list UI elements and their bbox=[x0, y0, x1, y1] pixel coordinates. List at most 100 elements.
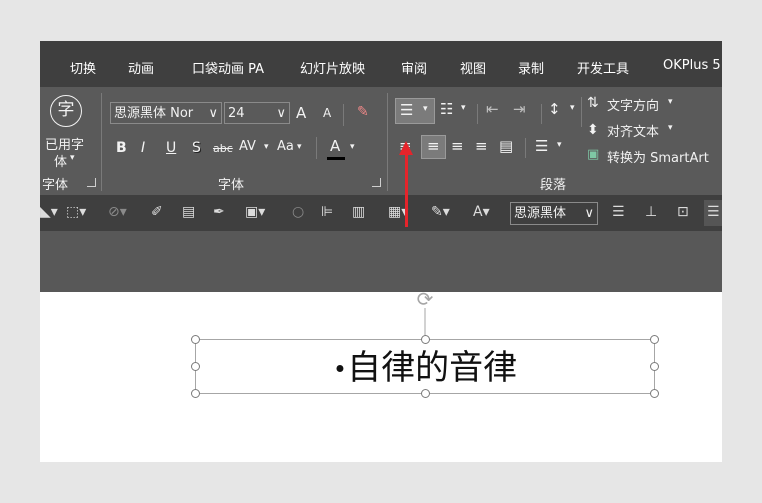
font-size-select[interactable]: 24 ∨ bbox=[224, 102, 290, 124]
tab-slideshow[interactable]: 幻灯片放映 bbox=[300, 58, 365, 77]
tab-animations[interactable]: 动画 bbox=[128, 58, 154, 77]
dialog-launcher-icon[interactable] bbox=[372, 178, 381, 187]
slide-canvas: ⟳ •自律的音律 bbox=[40, 288, 722, 462]
bullet-marker: • bbox=[332, 355, 348, 384]
dropdown-arrow-icon[interactable]: ▾ bbox=[461, 103, 466, 113]
bullets-button[interactable]: ☰ ▾ bbox=[395, 98, 435, 124]
line-spacing-icon[interactable]: ↕ bbox=[548, 100, 561, 118]
toolbar-font-value: 思源黑体 bbox=[514, 206, 567, 221]
dropdown-arrow-icon: ▾ bbox=[423, 104, 428, 114]
divider bbox=[581, 97, 582, 127]
dropdown-arrow-icon[interactable]: ▾ bbox=[668, 123, 673, 133]
divider bbox=[541, 104, 542, 124]
quick-access-toolbar: ◣▾ ⬚▾ ⊘▾ ✐ ▤ ✒ ▣▾ ○ ⊫ ▥ ▦▾ ✎▾ A▾ 思源黑体 ∨ … bbox=[40, 195, 722, 231]
chevron-down-icon: ∨ bbox=[208, 106, 218, 121]
paste-icon[interactable]: ▣▾ bbox=[245, 204, 265, 220]
toolbar-overflow[interactable]: ☰ bbox=[704, 200, 722, 226]
list-icon: ☰ bbox=[707, 204, 720, 220]
clear-formatting-icon[interactable]: ✎ bbox=[357, 104, 369, 120]
distributed-icon[interactable]: ▤ bbox=[499, 137, 513, 155]
tab-okplus[interactable]: OKPlus 5 bbox=[663, 58, 721, 73]
used-fonts-dropdown-icon[interactable]: ▾ bbox=[70, 153, 75, 163]
ribbon-tabs: 切换 动画 口袋动画 PA 幻灯片放映 审阅 视图 录制 开发工具 OKPlus… bbox=[40, 41, 722, 87]
font-color-button[interactable]: A bbox=[327, 137, 345, 161]
grow-font-button[interactable]: A bbox=[296, 104, 306, 122]
group-label-font-left: 字体 bbox=[42, 178, 69, 193]
distribute-icon[interactable]: ⊡ bbox=[677, 204, 689, 220]
edit-shape-icon[interactable]: ⬚▾ bbox=[66, 204, 86, 220]
tab-developer[interactable]: 开发工具 bbox=[577, 58, 629, 77]
format-painter-icon[interactable]: ✐ bbox=[151, 204, 163, 220]
shadow-button[interactable]: S bbox=[192, 140, 201, 156]
align-center-button[interactable]: ≡ bbox=[421, 135, 446, 159]
used-fonts-icon[interactable]: 字 bbox=[50, 95, 82, 127]
group-label-paragraph: 段落 bbox=[540, 178, 567, 193]
resize-handle[interactable] bbox=[421, 389, 430, 398]
group-divider bbox=[101, 93, 102, 191]
tab-view[interactable]: 视图 bbox=[460, 58, 486, 77]
annotation-arrow bbox=[405, 153, 408, 227]
brush-icon[interactable]: ✒ bbox=[213, 204, 225, 220]
resize-handle[interactable] bbox=[191, 389, 200, 398]
dropdown-arrow-icon[interactable]: ▾ bbox=[668, 97, 673, 107]
tab-record[interactable]: 录制 bbox=[518, 58, 544, 77]
merge-shapes-icon[interactable]: ⊘▾ bbox=[108, 204, 127, 220]
strikethrough-button[interactable]: abc bbox=[213, 142, 233, 155]
used-fonts-label-2[interactable]: 体 bbox=[54, 151, 67, 170]
text-direction-button[interactable]: 文字方向 bbox=[607, 95, 659, 114]
dropdown-arrow-icon[interactable]: ▾ bbox=[297, 142, 302, 152]
font-color-icon[interactable]: A▾ bbox=[473, 204, 490, 220]
increase-indent-icon[interactable]: ⇥ bbox=[513, 100, 526, 118]
dialog-launcher-icon[interactable] bbox=[87, 178, 96, 187]
text-box[interactable]: ⟳ •自律的音律 bbox=[191, 288, 659, 398]
bullets-icon[interactable]: ☰ bbox=[612, 204, 625, 220]
convert-smartart-button[interactable]: 转换为 SmartArt bbox=[607, 147, 709, 166]
tab-transitions[interactable]: 切换 bbox=[70, 58, 96, 77]
align-icon[interactable]: ⊥ bbox=[645, 204, 657, 220]
underline-button[interactable]: U bbox=[166, 140, 176, 156]
tab-pocket-animation[interactable]: 口袋动画 PA bbox=[192, 58, 264, 77]
tab-review[interactable]: 审阅 bbox=[401, 58, 427, 77]
slide-text[interactable]: •自律的音律 bbox=[196, 348, 654, 390]
slide-text-content: 自律的音律 bbox=[347, 348, 518, 388]
shape-fill-icon[interactable]: ◣▾ bbox=[40, 204, 58, 220]
align-text-icon[interactable]: ⬍ bbox=[587, 122, 599, 138]
circle-icon[interactable]: ○ bbox=[292, 204, 304, 220]
bold-button[interactable]: B bbox=[116, 140, 127, 156]
font-color-letter: A bbox=[330, 137, 341, 155]
align-center-icon: ≡ bbox=[427, 137, 440, 155]
decrease-indent-icon[interactable]: ⇤ bbox=[486, 100, 499, 118]
resize-handle[interactable] bbox=[421, 335, 430, 344]
resize-handle[interactable] bbox=[650, 389, 659, 398]
text-direction-icon[interactable]: ⇅ bbox=[587, 95, 599, 111]
notes-icon[interactable]: ▤ bbox=[182, 204, 195, 220]
align-text-button[interactable]: 对齐文本 bbox=[607, 121, 659, 140]
resize-handle[interactable] bbox=[650, 335, 659, 344]
align-objects-icon[interactable]: ⊫ bbox=[321, 204, 333, 220]
chart-icon[interactable]: ▥ bbox=[352, 204, 365, 220]
resize-handle[interactable] bbox=[191, 335, 200, 344]
divider bbox=[316, 137, 317, 159]
highlight-icon[interactable]: ✎▾ bbox=[431, 204, 450, 220]
dropdown-arrow-icon[interactable]: ▾ bbox=[350, 142, 355, 152]
editor-background bbox=[40, 231, 722, 292]
italic-button[interactable]: I bbox=[141, 140, 145, 156]
change-case-button[interactable]: Aa bbox=[277, 139, 294, 154]
group-label-font: 字体 bbox=[218, 178, 245, 193]
shrink-font-button[interactable]: A bbox=[323, 106, 331, 120]
dropdown-arrow-icon[interactable]: ▾ bbox=[557, 140, 562, 150]
smartart-icon[interactable]: ▣ bbox=[587, 147, 599, 162]
font-size-value: 24 bbox=[228, 106, 245, 121]
character-spacing-button[interactable]: AV bbox=[239, 139, 256, 154]
rotate-handle-icon[interactable]: ⟳ bbox=[413, 288, 437, 310]
dropdown-arrow-icon[interactable]: ▾ bbox=[570, 103, 575, 113]
font-name-select[interactable]: 思源黑体 Nor ∨ bbox=[110, 102, 222, 124]
justify-icon[interactable]: ≡ bbox=[475, 137, 488, 155]
powerpoint-window: 切换 动画 口袋动画 PA 幻灯片放映 审阅 视图 录制 开发工具 OKPlus… bbox=[40, 41, 722, 462]
toolbar-font-select[interactable]: 思源黑体 ∨ bbox=[510, 202, 598, 225]
numbered-list-icon[interactable]: ☷ bbox=[440, 100, 453, 118]
align-right-icon[interactable]: ≡ bbox=[451, 137, 464, 155]
dropdown-arrow-icon[interactable]: ▾ bbox=[264, 142, 269, 152]
chevron-down-icon: ∨ bbox=[276, 106, 286, 121]
columns-icon[interactable]: ☰ bbox=[535, 137, 548, 155]
